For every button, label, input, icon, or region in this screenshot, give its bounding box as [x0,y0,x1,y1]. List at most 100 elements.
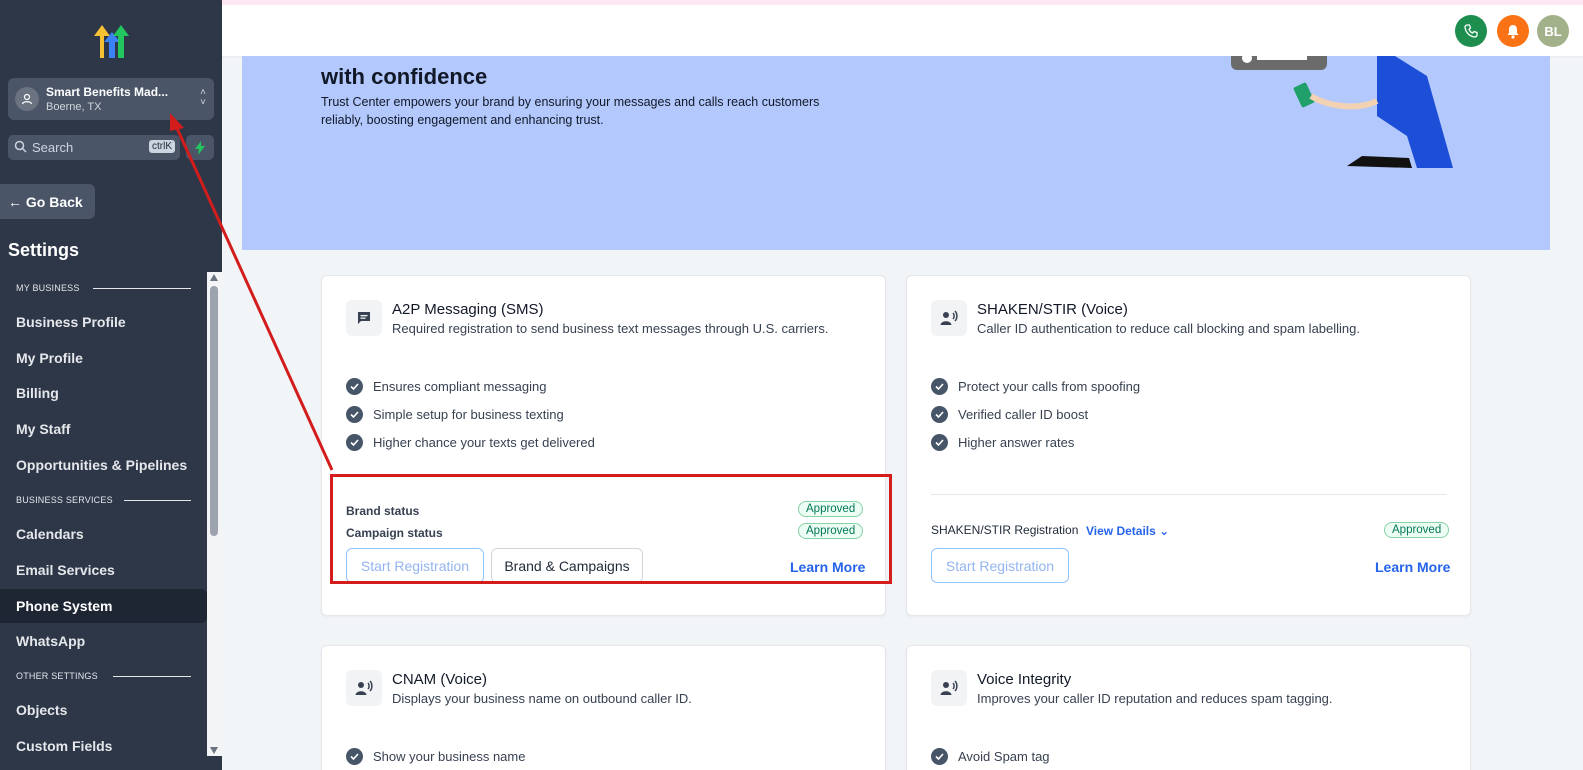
feature-item: Higher chance your texts get delivered [346,434,595,451]
scroll-thumb[interactable] [210,286,218,536]
section-my-business: MY BUSINESS [16,283,80,293]
section-divider [124,500,191,501]
feature-text: Ensures compliant messaging [373,379,547,394]
feature-text: Verified caller ID boost [958,407,1089,422]
feature-item: Avoid Spam tag [931,748,1050,765]
sidebar-item-objects[interactable]: Objects [0,693,207,727]
feature-item: Ensures compliant messaging [346,378,546,395]
feature-text: Higher answer rates [958,435,1075,450]
check-circle-icon [346,434,363,451]
shaken-registration-label: SHAKEN/STIR Registration [931,523,1079,537]
go-back-button[interactable]: ← Go Back [0,184,95,219]
voice-integrity-subtitle: Improves your caller ID reputation and r… [977,691,1333,706]
location-city: Boerne, TX [46,101,102,113]
shaken-status-badge: Approved [1384,522,1450,538]
scroll-down-icon[interactable] [210,747,218,754]
cnam-title: CNAM (Voice) [392,671,488,688]
sidebar-scrollbar[interactable] [207,272,222,756]
a2p-title: A2P Messaging (SMS) [392,301,544,318]
person-voice-icon [346,670,382,706]
settings-title: Settings [8,240,80,260]
sidebar-item-billing[interactable]: Billing [0,376,207,410]
campaign-status-badge: Approved [798,523,864,539]
learn-more-link[interactable]: Learn More [1375,559,1450,575]
hero-illustration [1231,56,1453,168]
bell-icon [1507,24,1519,39]
person-voice-icon [931,670,967,706]
cnam-subtitle: Displays your business name on outbound … [392,691,692,706]
arrow-left-icon: ← [8,194,22,210]
sidebar-item-phone-system[interactable]: Phone System [0,589,207,623]
start-registration-button[interactable]: Start Registration [931,548,1069,583]
sidebar-item-opportunities[interactable]: Opportunities & Pipelines [0,448,207,482]
learn-more-link[interactable]: Learn More [790,559,865,575]
start-registration-button[interactable]: Start Registration [346,548,484,583]
search-icon [14,140,27,153]
feature-item: Higher answer rates [931,434,1074,451]
voice-integrity-title: Voice Integrity [977,671,1072,688]
feature-item: Simple setup for business texting [346,406,564,423]
check-circle-icon [931,406,948,423]
section-business-services: BUSINESS SERVICES [16,495,113,505]
search-input[interactable]: Search ctrlK [8,135,180,160]
top-bar: BL [222,0,1583,56]
hero-banner: with confidence Trust Center empowers yo… [242,56,1550,250]
sidebar-item-my-profile[interactable]: My Profile [0,341,207,375]
a2p-card: A2P Messaging (SMS) Required registratio… [321,275,886,616]
go-back-label: Go Back [25,194,83,210]
sidebar-item-my-staff[interactable]: My Staff [0,412,207,446]
sidebar-item-whatsapp[interactable]: WhatsApp [0,624,207,658]
quick-actions-button[interactable] [186,135,214,160]
brand-campaigns-button[interactable]: Brand & Campaigns [491,548,643,583]
location-switcher[interactable]: Smart Benefits Mad... Boerne, TX ˄ ˅ [8,78,214,120]
hero-heading: with confidence [321,64,488,89]
check-circle-icon [346,406,363,423]
phone-icon [1464,24,1478,38]
check-circle-icon [346,378,363,395]
campaign-status-label: Campaign status [346,526,443,540]
brand-status-badge: Approved [798,501,864,517]
sidebar-item-email-services[interactable]: Email Services [0,553,207,587]
feature-item: Show your business name [346,748,525,765]
sidebar-item-custom-fields[interactable]: Custom Fields [0,729,207,763]
chevron-up-down-icon: ˄ ˅ [200,87,206,108]
section-other-settings: OTHER SETTINGS [16,671,98,681]
feature-text: Protect your calls from spoofing [958,379,1141,394]
lightning-icon [195,140,205,155]
sidebar-item-business-profile[interactable]: Business Profile [0,305,207,339]
cnam-card: CNAM (Voice) Displays your business name… [321,645,886,770]
shaken-subtitle: Caller ID authentication to reduce call … [977,321,1360,336]
voice-integrity-card: Voice Integrity Improves your caller ID … [906,645,1471,770]
feature-text: Avoid Spam tag [958,749,1050,764]
feature-item: Protect your calls from spoofing [931,378,1140,395]
feature-text: Higher chance your texts get delivered [373,435,595,450]
check-circle-icon [346,748,363,765]
section-divider [93,288,191,289]
chevron-down-icon: ⌄ [1159,524,1170,538]
notifications-button[interactable] [1497,15,1529,47]
person-voice-icon [931,300,967,336]
scroll-up-icon[interactable] [210,274,218,281]
user-avatar[interactable]: BL [1537,15,1569,47]
shaken-stir-card: SHAKEN/STIR (Voice) Caller ID authentica… [906,275,1471,616]
app-logo[interactable] [92,22,132,65]
brand-status-label: Brand status [346,504,420,518]
feature-text: Simple setup for business texting [373,407,564,422]
view-details-link[interactable]: View Details ⌄ [1086,524,1169,538]
a2p-subtitle: Required registration to send business t… [392,321,829,336]
check-circle-icon [931,748,948,765]
hero-description: Trust Center empowers your brand by ensu… [321,95,820,127]
section-divider [113,676,191,677]
view-details-label: View Details [1086,524,1156,538]
sidebar: Smart Benefits Mad... Boerne, TX ˄ ˅ Sear… [0,0,222,770]
chat-icon [346,300,382,336]
location-name: Smart Benefits Mad... [46,85,169,99]
shaken-title: SHAKEN/STIR (Voice) [977,301,1128,318]
sidebar-item-calendars[interactable]: Calendars [0,517,207,551]
check-circle-icon [931,378,948,395]
feature-text: Show your business name [373,749,526,764]
location-icon [15,87,39,111]
divider [931,494,1447,495]
phone-button[interactable] [1455,15,1487,47]
feature-item: Verified caller ID boost [931,406,1088,423]
